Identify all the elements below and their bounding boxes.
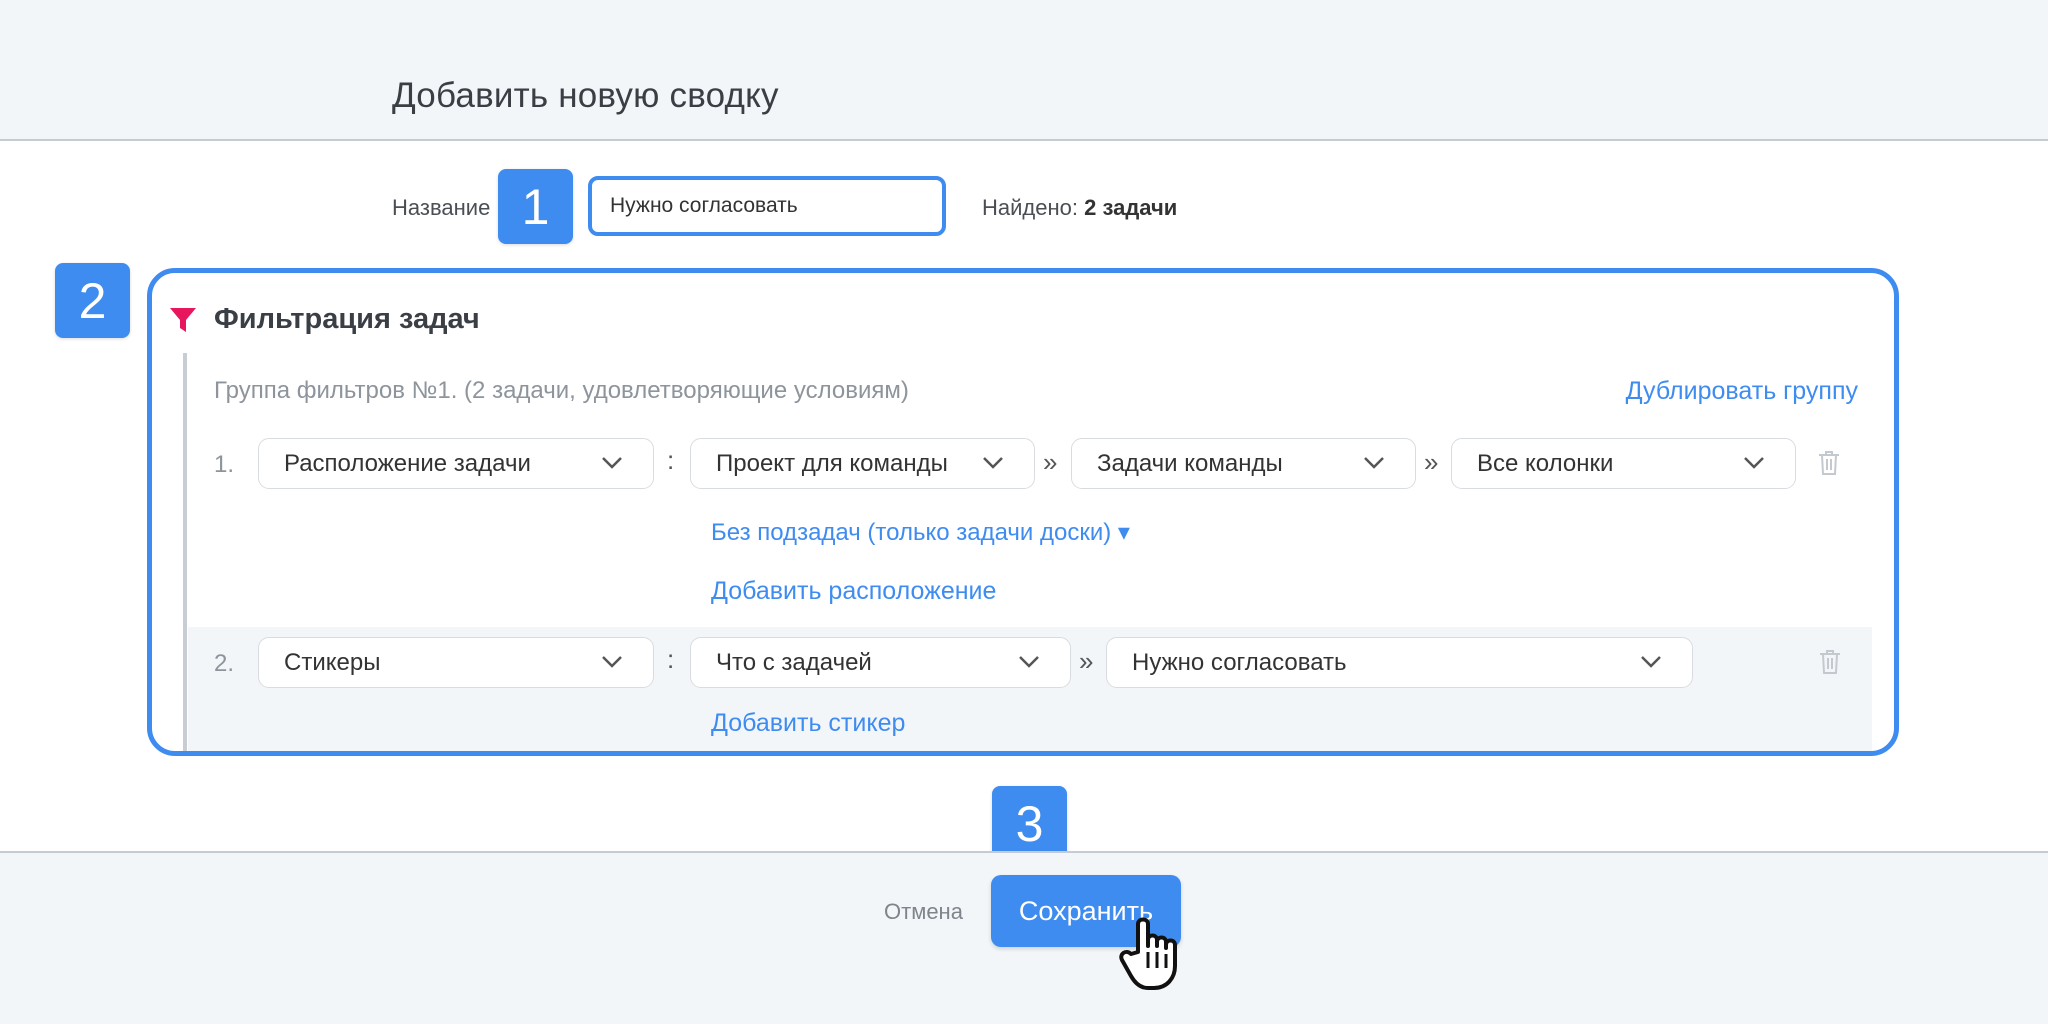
trash-icon[interactable] [1818, 450, 1840, 476]
filter-title: Фильтрация задач [214, 303, 480, 335]
chevron-down-icon [1641, 656, 1661, 668]
hand-cursor-icon [1119, 917, 1177, 990]
field-select[interactable]: Расположение задачи [258, 438, 654, 489]
sticker-value-select[interactable]: Нужно согласовать [1106, 637, 1693, 688]
arrow-separator: » [1079, 646, 1094, 676]
page-title: Добавить новую сводку [392, 76, 779, 115]
field-select[interactable]: Стикеры [258, 637, 654, 688]
step-badge-1: 1 [498, 169, 573, 244]
group-title: Группа фильтров №1. (2 задачи, удовлетво… [214, 377, 909, 404]
chevron-down-icon [602, 457, 622, 469]
row-number: 2. [214, 650, 235, 677]
chevron-down-icon [1744, 457, 1764, 469]
select-value: Что с задачей [716, 648, 872, 676]
cancel-button[interactable]: Отмена [884, 899, 963, 925]
filter-icon [170, 308, 196, 332]
duplicate-group-link[interactable]: Дублировать группу [1626, 377, 1858, 406]
select-value: Задачи команды [1097, 449, 1283, 477]
chevron-down-icon [1019, 656, 1039, 668]
add-location-link[interactable]: Добавить расположение [711, 577, 996, 606]
select-value: Расположение задачи [284, 449, 531, 477]
name-label: Название [392, 195, 491, 220]
add-sticker-link[interactable]: Добавить стикер [711, 709, 905, 738]
columns-select[interactable]: Все колонки [1451, 438, 1796, 489]
board-select[interactable]: Задачи команды [1071, 438, 1416, 489]
sticker-select[interactable]: Что с задачей [690, 637, 1071, 688]
trash-icon[interactable] [1819, 649, 1841, 675]
chevron-down-icon [983, 457, 1003, 469]
chevron-down-icon [1364, 457, 1384, 469]
arrow-separator: » [1043, 447, 1058, 477]
arrow-separator: » [1424, 447, 1439, 477]
found-value: 2 задачи [1084, 195, 1178, 220]
colon-separator: : [667, 644, 675, 674]
project-select[interactable]: Проект для команды [690, 438, 1035, 489]
select-value: Нужно согласовать [1132, 648, 1347, 676]
chevron-down-icon [602, 656, 622, 668]
colon-separator: : [667, 445, 675, 475]
select-value: Все колонки [1477, 449, 1614, 477]
step-badge-2: 2 [55, 263, 130, 338]
found-label: Найдено: [982, 195, 1078, 220]
found-count: Найдено: 2 задачи [982, 195, 1177, 221]
header-band [0, 0, 2048, 141]
step-badge-3: 3 [992, 786, 1067, 861]
subtasks-dropdown[interactable]: Без подзадач (только задачи доски) ▾ [711, 518, 1130, 547]
row-number: 1. [214, 451, 235, 478]
group-rail [183, 353, 187, 751]
select-value: Проект для команды [716, 449, 948, 477]
name-input[interactable] [588, 176, 946, 236]
select-value: Стикеры [284, 648, 381, 676]
filter-card: Фильтрация задач Группа фильтров №1. (2 … [147, 268, 1899, 756]
